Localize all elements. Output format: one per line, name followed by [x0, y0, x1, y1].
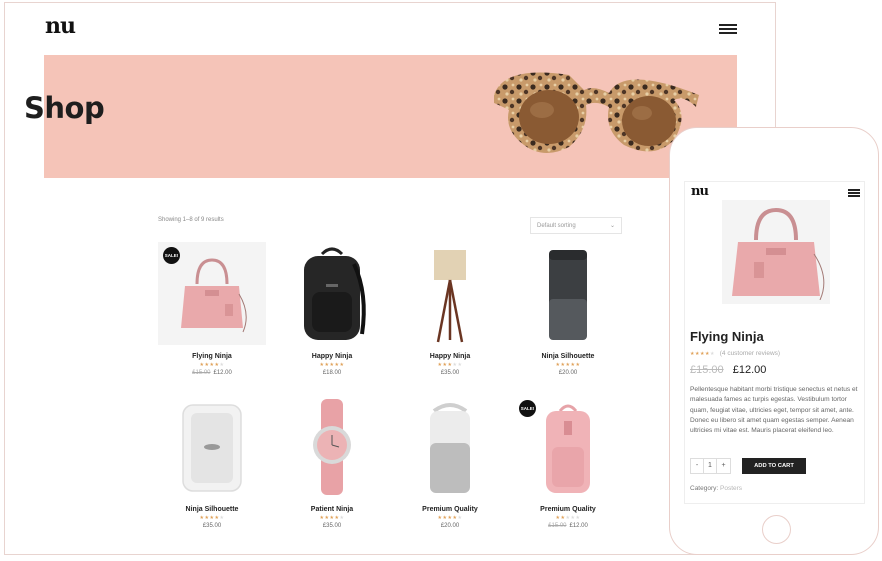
pink-backpack-image — [546, 404, 590, 493]
product-card[interactable]: SALE! Premium Quality ★★★★★ £15.00 £12.00 — [514, 395, 622, 529]
price: £35.00 — [322, 523, 342, 529]
shop-hero-banner — [44, 55, 737, 178]
sort-dropdown[interactable]: Default sorting ⌄ — [530, 217, 622, 234]
phone-preview: nu Flying Ninja ★★★★★ (4 customer review… — [669, 127, 879, 555]
site-logo[interactable]: nu — [45, 13, 76, 39]
qty-input[interactable]: 1 — [704, 459, 717, 473]
sale-price: £12.00 — [732, 364, 767, 376]
product-name[interactable]: Patient Ninja — [278, 506, 386, 513]
rating-stars: ★★★★★ — [199, 515, 225, 521]
mobile-menu-icon[interactable] — [848, 189, 860, 197]
product-name[interactable]: Ninja Silhouette — [514, 353, 622, 360]
product-image[interactable] — [158, 395, 266, 498]
product-price: £20.00 — [514, 370, 622, 376]
price: £35.00 — [440, 370, 460, 376]
rating-stars: ★★★★★ — [555, 362, 581, 368]
product-name[interactable]: Ninja Silhouette — [158, 506, 266, 513]
product-description: Pellentesque habitant morbi tristique se… — [690, 386, 858, 435]
product-image[interactable] — [396, 395, 504, 498]
product-card[interactable]: Ninja Silhouette ★★★★★ £35.00 — [158, 395, 266, 529]
add-to-cart-button[interactable]: ADD TO CART — [742, 458, 806, 474]
product-image[interactable]: SALE! — [514, 395, 622, 498]
product-image[interactable]: SALE! — [158, 242, 266, 345]
quantity-stepper[interactable]: - 1 + — [690, 458, 731, 474]
product-card[interactable]: SALE! Flying Ninja ★★★★★ £15.00 £12.00 — [158, 242, 266, 376]
product-image[interactable] — [278, 242, 386, 345]
product-price: £15.00 £12.00 — [690, 364, 766, 376]
price: £35.00 — [202, 523, 222, 529]
price: £20.00 — [440, 523, 460, 529]
category-link[interactable]: Posters — [720, 485, 742, 492]
product-name[interactable]: Premium Quality — [514, 506, 622, 513]
product-name[interactable]: Happy Ninja — [278, 353, 386, 360]
product-card[interactable]: Happy Ninja ★★★★★ £18.00 — [278, 242, 386, 376]
power-bank-image — [182, 403, 242, 492]
result-count: Showing 1–8 of 9 results — [158, 217, 224, 223]
qty-increase-button[interactable]: + — [717, 459, 730, 473]
rating-stars: ★★★★★ — [319, 515, 345, 521]
product-name[interactable]: Happy Ninja — [396, 353, 504, 360]
product-price: £35.00 — [396, 370, 504, 376]
sale-price: £12.00 — [569, 523, 588, 529]
watch-image — [313, 398, 351, 495]
product-price: £35.00 — [158, 523, 266, 529]
old-price: £15.00 — [690, 364, 724, 376]
phone-screen: nu Flying Ninja ★★★★★ (4 customer review… — [684, 181, 865, 504]
product-name[interactable]: Flying Ninja — [158, 353, 266, 360]
product-category: Category: Posters — [690, 485, 742, 492]
product-price: £15.00 £12.00 — [158, 370, 266, 376]
rating-stars: ★★★★★ — [690, 351, 715, 357]
price: £18.00 — [322, 370, 342, 376]
product-card[interactable]: Happy Ninja ★★★★★ £35.00 — [396, 242, 504, 376]
product-image[interactable] — [278, 395, 386, 498]
page-title: Shop — [24, 91, 105, 125]
product-image[interactable] — [514, 242, 622, 345]
qty-decrease-button[interactable]: - — [691, 459, 704, 473]
old-price: £15.00 — [192, 370, 211, 376]
product-price: £15.00 £12.00 — [514, 523, 622, 529]
rating-stars: ★★★★★ — [199, 362, 225, 368]
rating-stars: ★★★★★ — [437, 362, 463, 368]
product-price: £35.00 — [278, 523, 386, 529]
menu-icon[interactable] — [719, 24, 737, 34]
old-price: £15.00 — [548, 523, 567, 529]
lantern-speaker-image — [430, 402, 470, 493]
sale-badge: SALE! — [163, 247, 180, 264]
product-name[interactable]: Premium Quality — [396, 506, 504, 513]
chevron-down-icon: ⌄ — [609, 223, 615, 229]
price: £20.00 — [558, 370, 578, 376]
rating-stars: ★★★★★ — [555, 515, 581, 521]
handbag-image — [732, 207, 825, 300]
backpack-image — [304, 247, 366, 340]
rating-stars: ★★★★★ — [437, 515, 463, 521]
sort-selected-value: Default sorting — [537, 223, 576, 229]
product-card[interactable]: Premium Quality ★★★★★ £20.00 — [396, 395, 504, 529]
home-button[interactable] — [762, 515, 791, 544]
lamp-image — [434, 249, 466, 342]
category-label: Category: — [690, 485, 719, 492]
sale-price: £12.00 — [213, 370, 232, 376]
product-rating: ★★★★★ (4 customer reviews) — [690, 350, 780, 357]
handbag-image — [181, 257, 247, 332]
mobile-logo[interactable]: nu — [691, 184, 709, 199]
product-main-image[interactable] — [722, 200, 830, 304]
rating-stars: ★★★★★ — [319, 362, 345, 368]
speaker-image — [549, 249, 587, 340]
sale-badge: SALE! — [519, 400, 536, 417]
product-image[interactable] — [396, 242, 504, 345]
product-card[interactable]: Patient Ninja ★★★★★ £35.00 — [278, 395, 386, 529]
product-price: £18.00 — [278, 370, 386, 376]
desktop-preview: nu Shop Showing 1–8 of 9 results Default… — [4, 2, 776, 555]
product-title: Flying Ninja — [690, 329, 764, 344]
product-card[interactable]: Ninja Silhouette ★★★★★ £20.00 — [514, 242, 622, 376]
product-price: £20.00 — [396, 523, 504, 529]
review-count-link[interactable]: (4 customer reviews) — [720, 350, 780, 357]
